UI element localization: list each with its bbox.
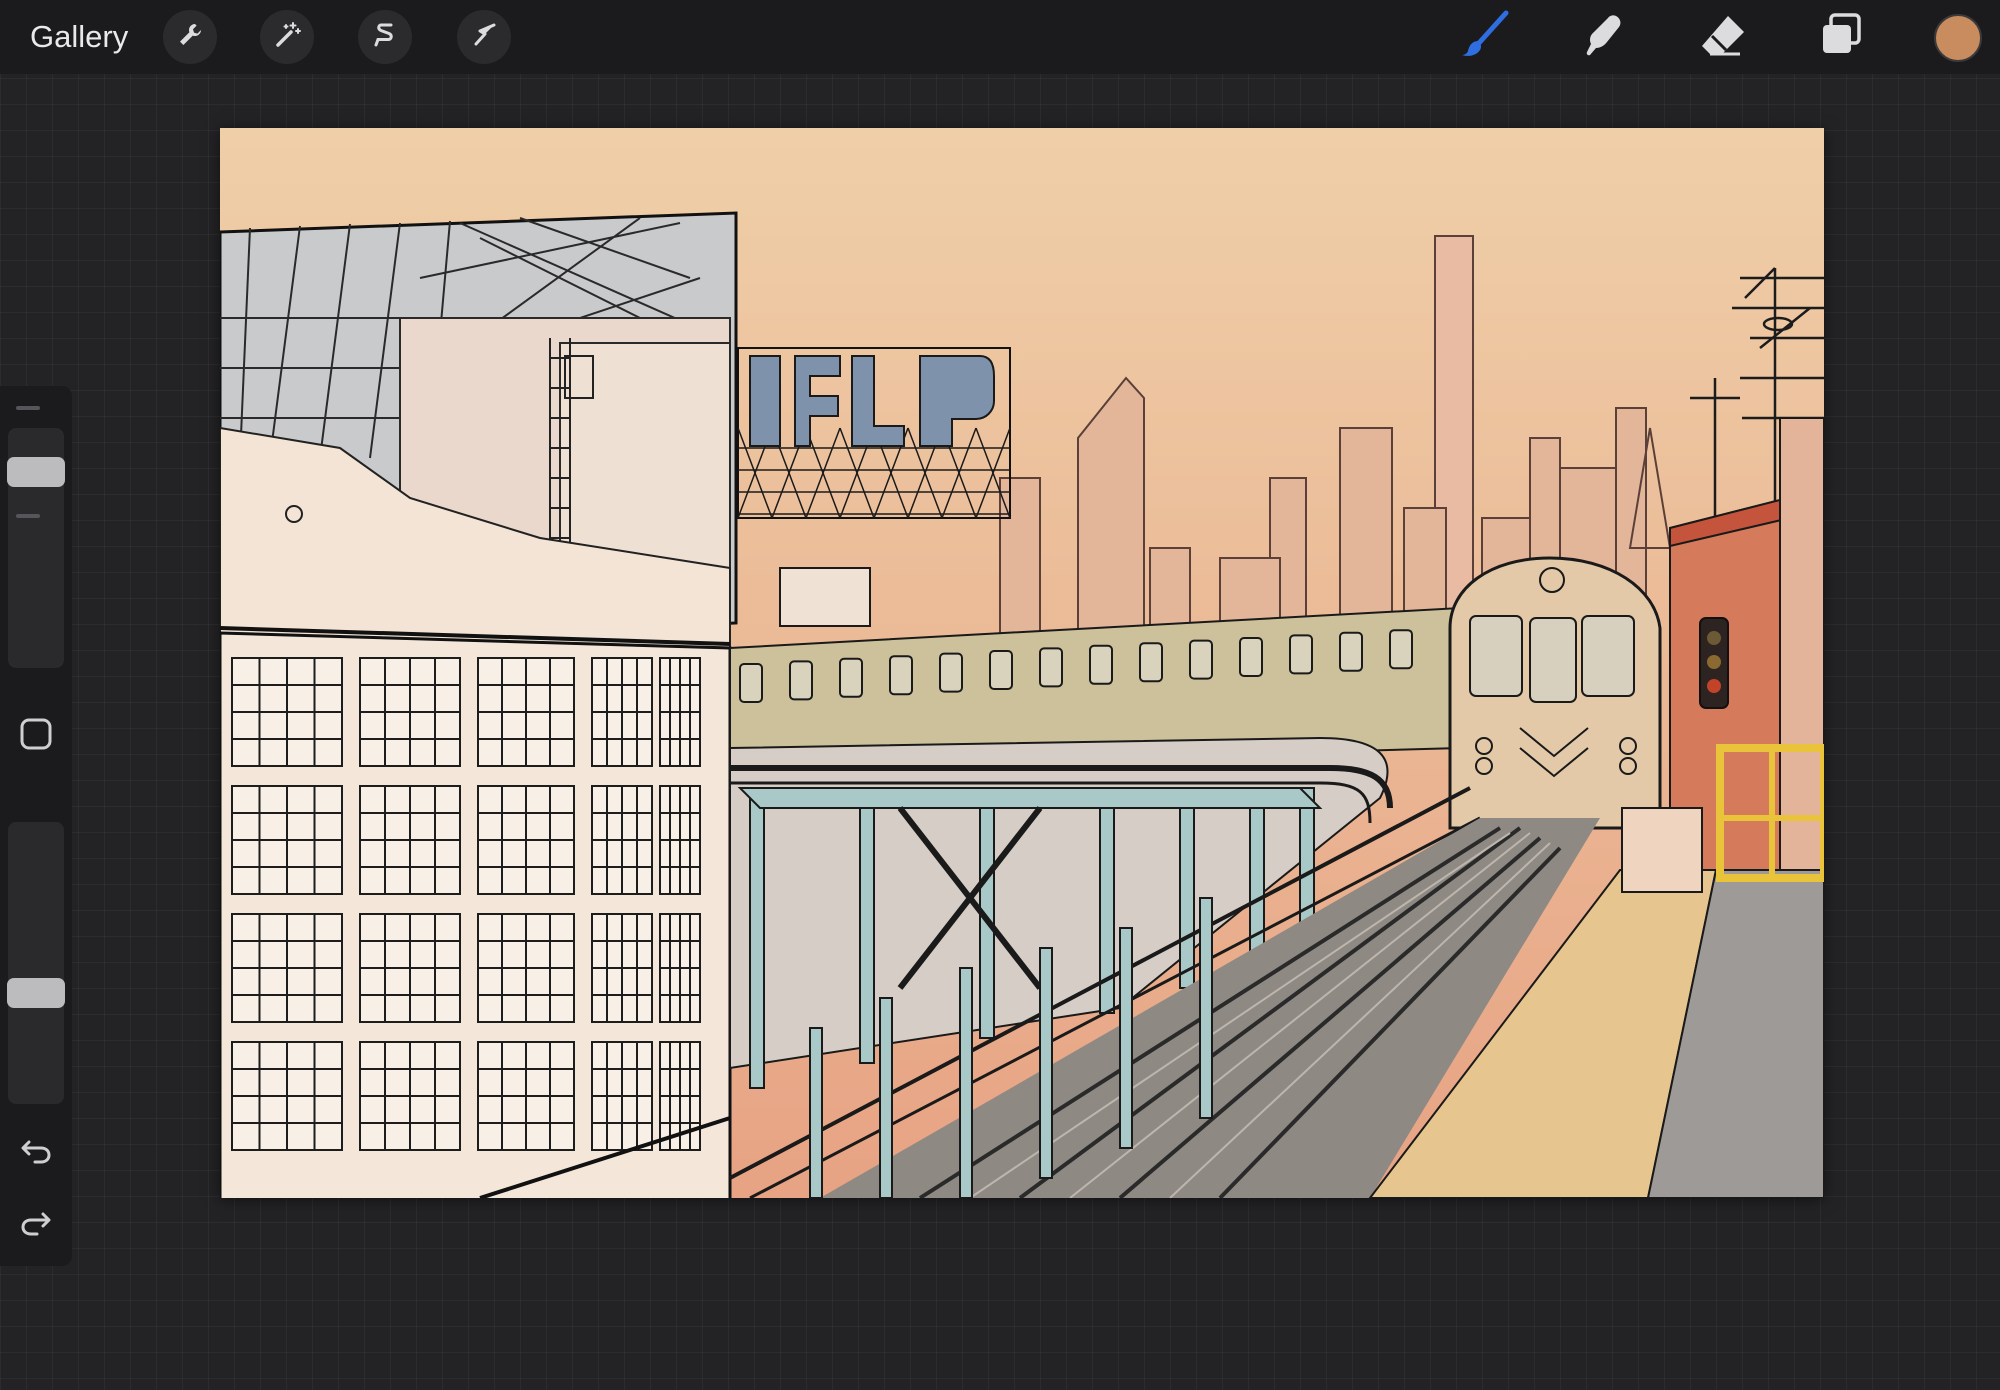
drawing-canvas[interactable] xyxy=(220,128,1824,1198)
selection-button[interactable] xyxy=(358,10,412,64)
eraser-icon xyxy=(1698,10,1748,65)
train-window xyxy=(1339,631,1363,672)
train-window xyxy=(1139,642,1163,683)
layers-icon xyxy=(1817,11,1865,64)
opacity-slider[interactable] xyxy=(7,822,65,1104)
left-sidebar xyxy=(0,386,72,1266)
train-window xyxy=(989,650,1013,690)
slider-tick xyxy=(16,406,40,410)
redo-button[interactable] xyxy=(10,1198,62,1250)
train-window xyxy=(889,655,913,696)
transform-button[interactable] xyxy=(457,10,511,64)
artwork-illustration xyxy=(220,128,1824,1198)
modify-button[interactable] xyxy=(10,710,62,762)
gallery-button[interactable]: Gallery xyxy=(30,18,128,56)
redo-arrow-icon xyxy=(19,1205,53,1244)
train-window xyxy=(739,663,763,703)
railing-post xyxy=(809,1027,823,1198)
train-window xyxy=(839,657,863,698)
brush-size-thumb[interactable] xyxy=(7,457,65,487)
undo-button[interactable] xyxy=(10,1126,62,1178)
steel-column xyxy=(859,787,875,1064)
train-window xyxy=(939,652,963,693)
train-window xyxy=(1089,644,1113,685)
smudge-tool-button[interactable] xyxy=(1574,8,1632,66)
wrench-icon xyxy=(175,20,205,55)
magic-wand-icon xyxy=(272,20,302,55)
actions-button[interactable] xyxy=(163,10,217,64)
train-window xyxy=(1289,634,1313,675)
adjustments-button[interactable] xyxy=(260,10,314,64)
slider-tick xyxy=(16,514,40,518)
brush-size-slider[interactable] xyxy=(7,428,65,668)
railing-post xyxy=(879,997,893,1198)
train-window xyxy=(789,660,813,701)
layers-button[interactable] xyxy=(1812,8,1870,66)
brush-tool-button[interactable] xyxy=(1456,8,1514,66)
railing-post xyxy=(1119,927,1133,1149)
train-window xyxy=(1189,639,1213,680)
train-window xyxy=(1239,637,1263,677)
railing-post xyxy=(1199,897,1213,1119)
train-window xyxy=(1389,629,1413,670)
railing-post xyxy=(1039,947,1053,1179)
undo-arrow-icon xyxy=(19,1133,53,1172)
arrow-cursor-icon xyxy=(469,20,499,55)
top-toolbar: Gallery xyxy=(0,0,2000,74)
opacity-thumb[interactable] xyxy=(7,978,65,1008)
selection-s-icon xyxy=(370,20,400,55)
brush-icon xyxy=(1458,8,1512,67)
railing-post xyxy=(959,967,973,1198)
steel-column xyxy=(749,787,765,1089)
square-icon xyxy=(19,717,53,756)
steel-column xyxy=(1179,787,1195,989)
steel-girder xyxy=(737,787,1323,809)
smudge-finger-icon xyxy=(1578,10,1628,65)
train-window xyxy=(1039,647,1063,688)
color-picker-swatch[interactable] xyxy=(1934,14,1982,62)
eraser-tool-button[interactable] xyxy=(1694,8,1752,66)
